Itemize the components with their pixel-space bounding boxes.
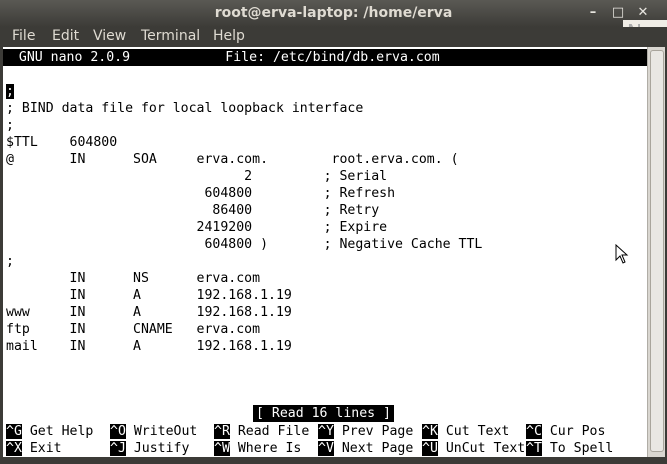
minimize-icon[interactable]: – xyxy=(583,3,603,23)
window-title: root@erva-laptop: /home/erva xyxy=(214,5,453,21)
menu-view[interactable]: View xyxy=(93,28,126,44)
editor-line: ; xyxy=(6,118,14,133)
shortcut-to-spell: ^T To Spell xyxy=(526,441,614,456)
shortcut-get-help: ^G Get Help xyxy=(6,424,94,439)
text-cursor: ; xyxy=(6,84,14,99)
editor-line: mail IN A 192.168.1.19 xyxy=(6,339,292,354)
shortcut-justify: ^J Justify xyxy=(110,441,190,456)
nano-header: GNU nano 2.0.9 File: /etc/bind/db.erva.c… xyxy=(3,49,647,66)
window-titlebar[interactable]: root@erva-laptop: /home/erva – □ ✕ xyxy=(0,0,667,27)
menu-bar: File Edit View Terminal Help xyxy=(0,27,667,47)
shortcut-uncut-text: ^U UnCut Text xyxy=(422,441,526,456)
shortcut-next-page: ^V Next Page xyxy=(318,441,414,456)
terminal-area[interactable]: GNU nano 2.0.9 File: /etc/bind/db.erva.c… xyxy=(3,47,647,457)
menu-help[interactable]: Help xyxy=(213,28,245,44)
editor-line: ; BIND data file for local loopback inte… xyxy=(6,101,364,116)
shortcut-cut-text: ^K Cut Text xyxy=(422,424,510,439)
status-message: [ Read 16 lines ] xyxy=(253,405,394,422)
shortcut-exit: ^X Exit xyxy=(6,441,62,456)
editor-line: ; xyxy=(6,254,14,269)
editor-line: ; xyxy=(6,83,14,100)
editor-line: 2419200 ; Expire xyxy=(6,220,388,235)
editor-line: 604800 ; Refresh xyxy=(6,186,396,201)
editor-line: 86400 ; Retry xyxy=(6,203,380,218)
shortcut-read-file: ^R Read File xyxy=(214,424,310,439)
menu-terminal[interactable]: Terminal xyxy=(141,28,200,44)
scrollbar-thumb[interactable] xyxy=(650,50,664,452)
editor-line: 604800 ) ; Negative Cache TTL xyxy=(6,237,483,252)
editor-line: ftp IN CNAME erva.com xyxy=(6,322,261,337)
editor-line: IN A 192.168.1.19 xyxy=(6,288,292,303)
menu-file[interactable]: File xyxy=(12,28,35,44)
window-bottom-border xyxy=(0,457,667,464)
shortcut-prev-page: ^Y Prev Page xyxy=(318,424,414,439)
shortcut-writeout: ^O WriteOut xyxy=(110,424,198,439)
editor-line: IN NS erva.com xyxy=(6,271,261,286)
editor-line: www IN A 192.168.1.19 xyxy=(6,305,292,320)
shortcut-where-is: ^W Where Is xyxy=(214,441,302,456)
editor-line: @ IN SOA erva.com. root.erva.com. ( xyxy=(6,152,459,167)
menu-edit[interactable]: Edit xyxy=(52,28,79,44)
mouse-pointer-icon xyxy=(615,244,629,264)
terminal-scrollbar[interactable] xyxy=(647,47,665,457)
editor-line: $TTL 604800 xyxy=(6,135,118,150)
shortcut-cur-pos: ^C Cur Pos xyxy=(526,424,606,439)
editor-line: 2 ; Serial xyxy=(6,169,388,184)
